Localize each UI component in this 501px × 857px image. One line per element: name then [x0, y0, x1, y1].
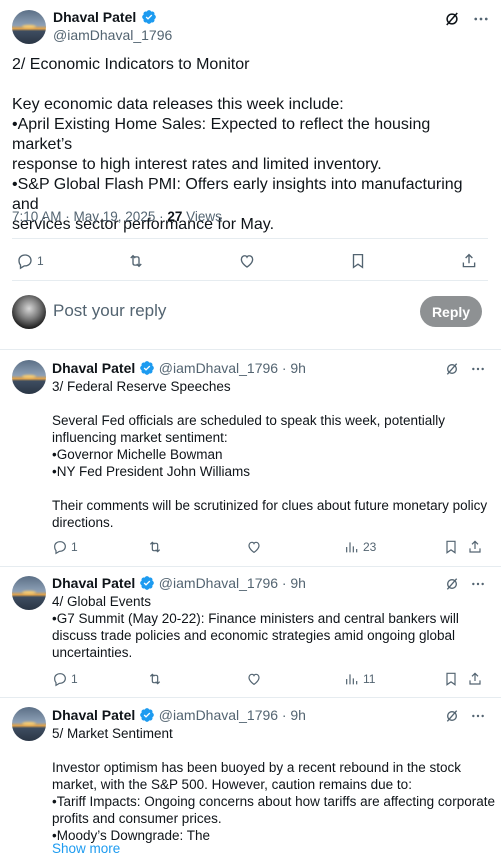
verified-badge-icon [140, 576, 154, 590]
post-text: 2/ Economic Indicators to Monitor Key ec… [12, 56, 463, 233]
views-label: Views [182, 209, 222, 224]
views-button[interactable]: 11 [344, 671, 375, 687]
reply-icon [18, 254, 32, 270]
views-count: 27 [167, 209, 183, 224]
views-count: 23 [363, 540, 377, 554]
repost-button[interactable] [147, 671, 163, 687]
author-avatar[interactable] [12, 10, 46, 44]
share-icon [469, 672, 481, 685]
share-button[interactable] [467, 671, 483, 687]
share-button[interactable] [467, 539, 483, 555]
like-icon [240, 255, 254, 268]
reply-header: Dhaval Patel @iamDhaval_1796 · 9h [52, 707, 306, 723]
like-button[interactable] [246, 671, 262, 687]
reply-button[interactable]: 1 [16, 252, 44, 270]
reply-button[interactable]: 1 [52, 539, 78, 555]
reply-icon [54, 541, 66, 555]
reply-icon [54, 673, 66, 687]
post-meta: 7:10 AM · May 19, 2025 · 27 Views [12, 209, 222, 224]
author-handle[interactable]: @iamDhaval_1796 [53, 27, 172, 43]
more-icon[interactable] [472, 10, 490, 33]
share-icon [462, 253, 476, 268]
reply-header: Dhaval Patel @iamDhaval_1796 · 9h [52, 575, 306, 591]
bookmark-icon [352, 253, 364, 269]
bookmark-button[interactable] [443, 671, 459, 687]
reply-text: 3/ Federal Reserve Speeches Several Fed … [52, 379, 488, 530]
reply-age[interactable]: · 9h [282, 360, 306, 376]
my-avatar[interactable] [12, 295, 46, 329]
reply-button[interactable]: 1 [52, 671, 78, 687]
grok-icon[interactable] [443, 10, 461, 33]
reply-text: 4/ Global Events •G7 Summit (May 20-22):… [52, 594, 459, 660]
like-button[interactable] [246, 539, 262, 555]
reply-author-handle[interactable]: @iamDhaval_1796 [159, 707, 278, 723]
like-icon [248, 541, 260, 554]
repost-button[interactable] [147, 539, 163, 555]
reply-count: 1 [71, 540, 78, 554]
reply-avatar[interactable] [12, 707, 46, 741]
reply-age[interactable]: · 9h [282, 707, 306, 723]
author-name[interactable]: Dhaval Patel [53, 9, 136, 25]
bookmark-button[interactable] [443, 539, 459, 555]
repost-icon [149, 541, 161, 553]
bookmark-icon [446, 672, 456, 686]
share-button[interactable] [460, 252, 478, 270]
repost-icon [130, 254, 142, 268]
reply-author-handle[interactable]: @iamDhaval_1796 [159, 360, 278, 376]
bookmark-button[interactable] [349, 252, 367, 270]
reply-count: 1 [37, 254, 44, 268]
reply-input[interactable]: Post your reply [53, 301, 166, 321]
reply-header: Dhaval Patel @iamDhaval_1796 · 9h [52, 360, 306, 376]
views-button[interactable]: 23 [344, 539, 376, 555]
reply-age[interactable]: · 9h [282, 575, 306, 591]
show-more-link[interactable]: Show more [52, 841, 120, 856]
verified-badge-icon [141, 10, 156, 24]
repost-icon [149, 673, 161, 685]
verified-badge-icon [140, 361, 154, 375]
reply-count: 1 [71, 672, 78, 686]
share-icon [469, 540, 481, 553]
views-icon [346, 674, 358, 685]
verified-badge-icon [140, 708, 154, 722]
reply-avatar[interactable] [12, 576, 46, 610]
repost-button[interactable] [127, 252, 145, 270]
views-count: 11 [363, 672, 376, 686]
reply-author-name[interactable]: Dhaval Patel [52, 360, 135, 376]
reply-avatar[interactable] [12, 360, 46, 394]
views-icon [346, 542, 358, 553]
reply-author-name[interactable]: Dhaval Patel [52, 575, 135, 591]
reply-submit-button[interactable]: Reply [420, 296, 482, 327]
bookmark-icon [446, 540, 456, 554]
like-button[interactable] [238, 252, 256, 270]
post-timestamp[interactable]: 7:10 AM · May 19, 2025 · [12, 209, 167, 224]
reply-author-name[interactable]: Dhaval Patel [52, 707, 135, 723]
reply-text: 5/ Market Sentiment Investor optimism ha… [52, 726, 495, 843]
like-icon [248, 673, 260, 686]
reply-author-handle[interactable]: @iamDhaval_1796 [159, 575, 278, 591]
